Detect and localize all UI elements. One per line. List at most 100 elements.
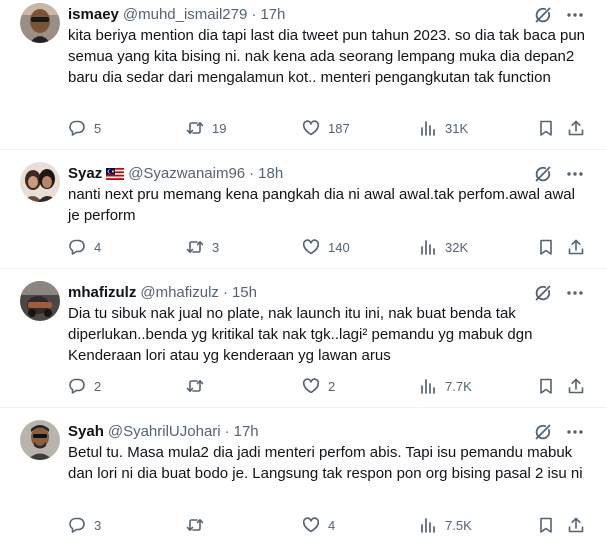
like-button[interactable]: 140 bbox=[302, 236, 350, 258]
grok-icon[interactable] bbox=[533, 164, 553, 184]
like-icon bbox=[302, 238, 320, 256]
bookmark-button[interactable] bbox=[537, 117, 555, 139]
more-icon[interactable] bbox=[565, 283, 585, 303]
grok-icon[interactable] bbox=[533, 5, 553, 25]
action-bar: 4 3 140 32K bbox=[62, 236, 592, 258]
reply-icon bbox=[68, 516, 86, 534]
user-handle[interactable]: @Syazwanaim96 bbox=[128, 164, 245, 184]
views-icon bbox=[419, 119, 437, 137]
tweet[interactable]: ismaey @muhd_ismail279 · 17h kita beriya… bbox=[0, 0, 607, 150]
tweet[interactable]: Syah @SyahrilUJohari · 17h Betul tu. Mas… bbox=[0, 409, 607, 543]
tweet-text: Betul tu. Masa mula2 dia jadi menteri pe… bbox=[68, 444, 583, 482]
user-handle[interactable]: @muhd_ismail279 bbox=[123, 5, 247, 25]
like-icon bbox=[302, 119, 320, 137]
share-icon bbox=[567, 119, 585, 137]
like-icon bbox=[302, 377, 320, 395]
repost-count: 3 bbox=[212, 239, 220, 255]
display-name[interactable]: Syah bbox=[68, 422, 104, 442]
reply-button[interactable]: 3 bbox=[68, 514, 101, 536]
reply-icon bbox=[68, 119, 86, 137]
bookmark-button[interactable] bbox=[537, 375, 555, 397]
share-icon bbox=[567, 516, 585, 534]
grok-icon[interactable] bbox=[533, 422, 553, 442]
like-icon bbox=[302, 516, 320, 534]
repost-icon bbox=[186, 377, 204, 395]
timestamp[interactable]: 17h bbox=[260, 5, 285, 25]
more-icon[interactable] bbox=[565, 5, 585, 25]
repost-icon bbox=[186, 516, 204, 534]
like-button[interactable]: 4 bbox=[302, 514, 335, 536]
grok-icon[interactable] bbox=[533, 283, 553, 303]
display-name[interactable]: ismaey bbox=[68, 5, 119, 25]
avatar[interactable] bbox=[20, 3, 60, 43]
reply-button[interactable]: 2 bbox=[68, 375, 101, 397]
views-icon bbox=[419, 238, 437, 256]
more-icon[interactable] bbox=[565, 422, 585, 442]
tweet[interactable]: Syaz @Syazwanaim96 · 18h nanti next pru … bbox=[0, 151, 607, 269]
bookmark-icon bbox=[537, 516, 555, 534]
bookmark-icon bbox=[537, 119, 555, 137]
reply-count: 3 bbox=[94, 517, 102, 533]
bookmark-icon bbox=[537, 238, 555, 256]
views-button[interactable]: 31K bbox=[419, 117, 468, 139]
user-handle[interactable]: @SyahrilUJohari bbox=[108, 422, 221, 442]
views-button[interactable]: 7.7K bbox=[419, 375, 472, 397]
action-bar: 2 2 7.7K bbox=[62, 375, 592, 397]
avatar[interactable] bbox=[20, 162, 60, 202]
bookmark-button[interactable] bbox=[537, 236, 555, 258]
tweet-text: Dia tu sibuk nak jual no plate, nak laun… bbox=[68, 305, 533, 364]
avatar[interactable] bbox=[20, 420, 60, 460]
reply-button[interactable]: 5 bbox=[68, 117, 101, 139]
views-button[interactable]: 32K bbox=[419, 236, 468, 258]
user-handle[interactable]: @mhafizulz bbox=[140, 283, 219, 303]
views-icon bbox=[419, 516, 437, 534]
action-bar: 5 19 187 31K bbox=[62, 117, 592, 139]
reply-count: 5 bbox=[94, 120, 102, 136]
repost-button[interactable]: 3 bbox=[186, 236, 219, 258]
views-button[interactable]: 7.5K bbox=[419, 514, 472, 536]
display-name[interactable]: mhafizulz bbox=[68, 283, 136, 303]
reply-icon bbox=[68, 377, 86, 395]
repost-count: 19 bbox=[212, 120, 227, 136]
share-icon bbox=[567, 377, 585, 395]
reply-count: 2 bbox=[94, 378, 102, 394]
avatar[interactable] bbox=[20, 281, 60, 321]
separator-dot: · bbox=[251, 6, 257, 23]
reply-icon bbox=[68, 238, 86, 256]
action-bar: 3 4 7.5K bbox=[62, 514, 592, 536]
display-name[interactable]: Syaz bbox=[68, 164, 102, 184]
views-count: 31K bbox=[445, 120, 469, 136]
repost-button[interactable] bbox=[186, 514, 212, 536]
views-icon bbox=[419, 377, 437, 395]
views-count: 7.7K bbox=[445, 378, 472, 394]
views-count: 32K bbox=[445, 239, 469, 255]
like-button[interactable]: 187 bbox=[302, 117, 350, 139]
share-button[interactable] bbox=[567, 514, 585, 536]
like-count: 2 bbox=[328, 378, 336, 394]
separator-dot: · bbox=[224, 423, 230, 440]
timestamp[interactable]: 15h bbox=[232, 283, 257, 303]
reply-button[interactable]: 4 bbox=[68, 236, 101, 258]
share-button[interactable] bbox=[567, 375, 585, 397]
repost-icon bbox=[186, 119, 204, 137]
more-icon[interactable] bbox=[565, 164, 585, 184]
timestamp[interactable]: 18h bbox=[258, 164, 283, 184]
share-button[interactable] bbox=[567, 236, 585, 258]
share-button[interactable] bbox=[567, 117, 585, 139]
malaysia-flag-icon bbox=[106, 168, 125, 180]
share-icon bbox=[567, 238, 585, 256]
bookmark-button[interactable] bbox=[537, 514, 555, 536]
like-count: 4 bbox=[328, 517, 336, 533]
reply-count: 4 bbox=[94, 239, 102, 255]
repost-button[interactable] bbox=[186, 375, 212, 397]
tweet-text: kita beriya mention dia tapi last dia tw… bbox=[68, 27, 586, 86]
tweet[interactable]: mhafizulz @mhafizulz · 15h Dia tu sibuk … bbox=[0, 270, 607, 408]
like-count: 187 bbox=[328, 120, 350, 136]
like-button[interactable]: 2 bbox=[302, 375, 335, 397]
repost-button[interactable]: 19 bbox=[186, 117, 226, 139]
separator-dot: · bbox=[222, 284, 228, 301]
like-count: 140 bbox=[328, 239, 350, 255]
timestamp[interactable]: 17h bbox=[234, 422, 259, 442]
repost-icon bbox=[186, 238, 204, 256]
separator-dot: · bbox=[249, 165, 255, 182]
